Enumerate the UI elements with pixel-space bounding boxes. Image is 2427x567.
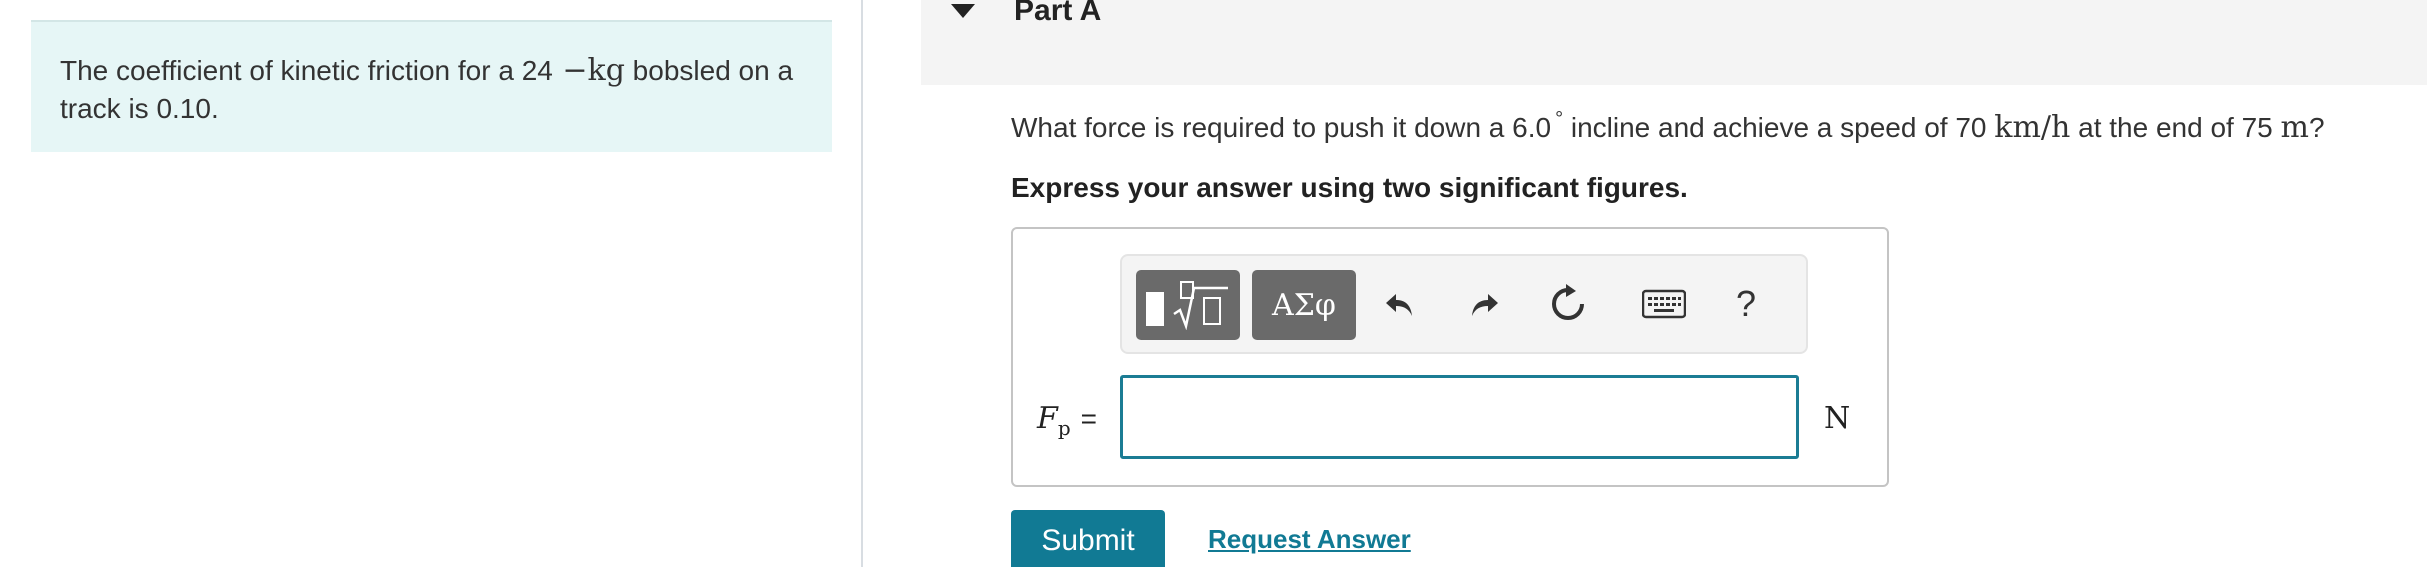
page: The coefficient of kinetic friction for …: [0, 0, 2427, 567]
answer-unit: N: [1824, 401, 1851, 436]
help-button[interactable]: ?: [1718, 276, 1774, 332]
math-toolbar: ΑΣφ ?: [1120, 254, 1808, 354]
redo-icon[interactable]: [1456, 276, 1512, 332]
problem-text-before: The coefficient of kinetic friction for …: [60, 55, 553, 86]
caret-down-icon[interactable]: [951, 4, 975, 18]
variable-name: F: [1037, 401, 1058, 436]
part-header[interactable]: Part A: [921, 0, 2427, 85]
question-part-1: What force is required to push it down a…: [1011, 112, 1552, 143]
answer-box: ΑΣφ ? Fp = N: [1011, 227, 1889, 487]
speed-unit: km/h: [1994, 110, 2071, 145]
answer-variable-label: Fp =: [1037, 401, 1097, 440]
template-square-icon: [1146, 292, 1164, 326]
reset-icon[interactable]: [1540, 276, 1596, 332]
distance-unit: m: [2280, 110, 2309, 145]
question-text: What force is required to push it down a…: [1011, 108, 2325, 145]
templates-button[interactable]: [1136, 270, 1240, 340]
problem-unit: −kg: [552, 53, 625, 88]
panel-divider: [861, 0, 863, 567]
submit-button[interactable]: Submit: [1011, 510, 1165, 567]
symbols-button[interactable]: ΑΣφ: [1252, 270, 1356, 340]
problem-statement: The coefficient of kinetic friction for …: [31, 20, 832, 152]
question-mark: ?: [2308, 112, 2325, 143]
equals-sign: =: [1080, 403, 1097, 434]
answer-input[interactable]: [1120, 375, 1799, 459]
keyboard-icon[interactable]: [1636, 276, 1692, 332]
instruction-text: Express your answer using two significan…: [1011, 172, 1688, 203]
question-part-3: at the end of 75: [2078, 112, 2273, 143]
degree-symbol: °: [1555, 108, 1564, 130]
request-answer-link[interactable]: Request Answer: [1208, 524, 1411, 555]
undo-icon[interactable]: [1372, 276, 1428, 332]
question-part-2: incline and achieve a speed of 70: [1570, 112, 1987, 143]
radical-icon: [1173, 281, 1228, 330]
part-title: Part A: [1014, 0, 1102, 27]
variable-subscript: p: [1057, 416, 1071, 440]
